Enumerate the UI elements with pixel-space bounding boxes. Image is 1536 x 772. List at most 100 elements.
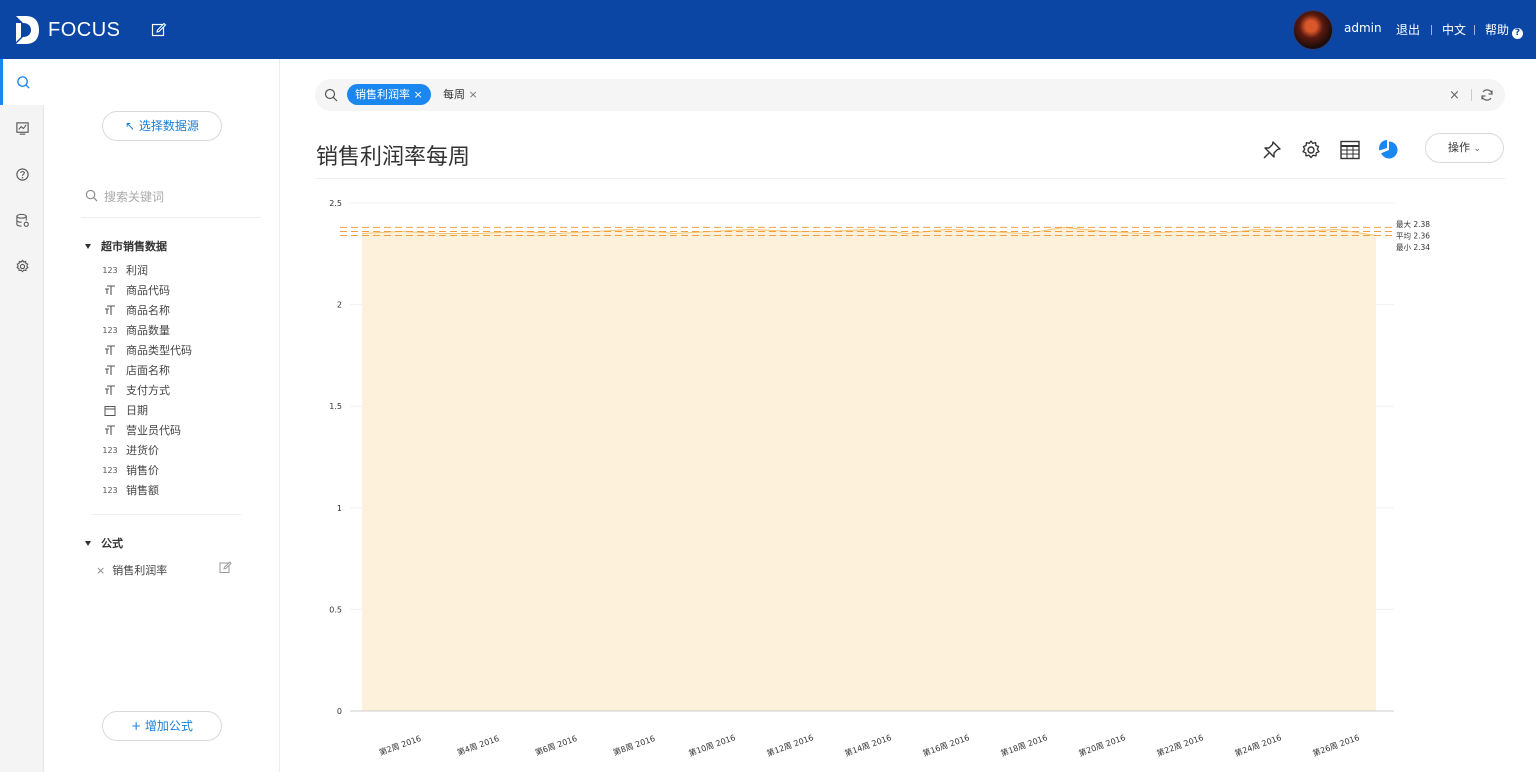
field-item[interactable]: 日期 xyxy=(103,401,148,419)
add-formula-button[interactable]: + 增加公式 xyxy=(102,711,222,741)
caret-down-icon xyxy=(85,541,91,546)
chart-type-icon[interactable] xyxy=(1378,139,1400,161)
field-label: 商品数量 xyxy=(126,324,170,337)
clear-search-icon[interactable]: × xyxy=(1449,88,1460,103)
database-icon xyxy=(15,213,29,227)
y-tick-label: 2 xyxy=(337,301,342,310)
field-label: 销售额 xyxy=(126,484,159,497)
group-name: 超市销售数据 xyxy=(101,240,167,253)
brand-name: FOCUS xyxy=(48,18,121,41)
field-item[interactable]: 123 销售额 xyxy=(102,481,159,499)
y-tick-label: 1.5 xyxy=(329,402,342,411)
help-circle-icon: ? xyxy=(1512,28,1524,39)
formula-item[interactable]: × 销售利润率 xyxy=(96,562,167,578)
search-bar[interactable]: 销售利润率 × 每周 × × xyxy=(315,79,1505,111)
search-icon xyxy=(85,189,98,202)
divider xyxy=(1471,89,1472,101)
field-label: 日期 xyxy=(126,404,148,417)
formula-group-title[interactable]: 公式 xyxy=(85,535,123,551)
field-item[interactable]: 123 利润 xyxy=(102,261,148,279)
field-label: 进货价 xyxy=(126,444,159,457)
page-title: 销售利润率每周 xyxy=(316,145,471,170)
datasource-group-title[interactable]: 超市销售数据 xyxy=(85,238,167,254)
help-link[interactable]: 帮助? xyxy=(1485,21,1524,39)
keyword-search-placeholder: 搜索关键词 xyxy=(104,190,165,204)
search-token-metric[interactable]: 销售利润率 × xyxy=(347,84,431,105)
x-tick-label: 第20周 2016 xyxy=(1077,732,1127,758)
text-type-icon xyxy=(103,304,117,316)
field-item[interactable]: 123 销售价 xyxy=(102,461,159,479)
table-view-icon[interactable] xyxy=(1339,139,1361,161)
text-type-icon xyxy=(103,364,117,376)
field-label: 利润 xyxy=(126,264,148,277)
search-icon xyxy=(17,75,30,89)
field-item[interactable]: 123 商品数量 xyxy=(102,321,170,339)
x-tick-label: 第18周 2016 xyxy=(999,732,1049,758)
number-type-icon: 123 xyxy=(102,485,118,495)
y-tick-label: 1 xyxy=(337,504,342,513)
rail-help[interactable] xyxy=(0,151,44,197)
field-label: 商品类型代码 xyxy=(126,344,192,357)
caret-down-icon xyxy=(85,244,91,249)
number-type-icon: 123 xyxy=(102,325,118,335)
language-switch[interactable]: 中文 xyxy=(1442,21,1466,38)
operations-label: 操作 xyxy=(1447,141,1470,154)
reference-label: 平均 2.36 xyxy=(1396,231,1430,241)
x-tick-label: 第8周 2016 xyxy=(612,733,657,757)
help-icon xyxy=(15,167,29,181)
text-type-icon xyxy=(103,384,117,396)
pin-icon[interactable] xyxy=(1261,139,1283,161)
x-tick-label: 第4周 2016 xyxy=(456,733,501,757)
header-divider xyxy=(1474,25,1475,35)
avatar[interactable] xyxy=(1293,10,1333,50)
keyword-search[interactable]: 搜索关键词 xyxy=(85,187,261,207)
rail-database[interactable] xyxy=(0,197,44,243)
date-type-icon xyxy=(103,404,117,416)
field-item[interactable]: 商品类型代码 xyxy=(103,341,192,359)
logo-icon xyxy=(16,16,39,44)
logo[interactable]: FOCUS xyxy=(14,14,121,46)
username[interactable]: admin xyxy=(1344,21,1382,35)
field-item[interactable]: 营业员代码 xyxy=(103,421,181,439)
logout-link[interactable]: 退出 xyxy=(1396,21,1420,38)
select-datasource-button[interactable]: ↖ 选择数据源 xyxy=(102,111,222,141)
close-icon[interactable]: × xyxy=(469,88,478,101)
top-bar: FOCUS admin 退出 中文 帮助? xyxy=(0,0,1536,59)
area-chart: 0 0.5 1 1.5 2 2.5 最大 2.38 平均 2.36 最小 2.34 第2周 201… xyxy=(329,199,1430,758)
token-label: 销售利润率 xyxy=(355,88,410,101)
field-item[interactable]: 商品名称 xyxy=(103,301,170,319)
field-item[interactable]: 商品代码 xyxy=(103,281,170,299)
number-type-icon: 123 xyxy=(102,465,118,475)
field-label: 营业员代码 xyxy=(126,424,181,437)
close-icon[interactable]: × xyxy=(414,88,423,101)
x-tick-label: 第6周 2016 xyxy=(534,733,579,757)
y-tick-label: 0.5 xyxy=(329,605,342,614)
search-token-period[interactable]: 每周 × xyxy=(443,84,478,105)
field-label: 商品代码 xyxy=(126,284,170,297)
x-tick-label: 第16周 2016 xyxy=(921,732,971,758)
settings-icon[interactable] xyxy=(1300,139,1322,161)
rail-settings[interactable] xyxy=(0,243,44,289)
rail-dashboard[interactable] xyxy=(0,105,44,151)
x-tick-label: 第14周 2016 xyxy=(843,732,893,758)
field-panel: ↖ 选择数据源 搜索关键词 超市销售数据 123 利润 商品代码 商品名称 123… xyxy=(45,59,280,772)
field-item[interactable]: 支付方式 xyxy=(103,381,170,399)
remove-formula-icon[interactable]: × xyxy=(96,564,105,577)
field-item[interactable]: 店面名称 xyxy=(103,361,170,379)
reference-label: 最小 2.34 xyxy=(1396,243,1430,252)
refresh-icon[interactable] xyxy=(1480,88,1494,102)
x-tick-label: 第10周 2016 xyxy=(687,732,737,758)
text-type-icon xyxy=(103,424,117,436)
rail-search[interactable] xyxy=(0,59,44,105)
x-tick-label: 第12周 2016 xyxy=(765,732,815,758)
operations-dropdown[interactable]: 操作 ⌄ xyxy=(1425,133,1504,163)
chevron-down-icon: ⌄ xyxy=(1473,144,1482,154)
edit-icon[interactable] xyxy=(151,22,167,38)
x-tick-label: 第26周 2016 xyxy=(1311,732,1361,758)
divider xyxy=(91,514,241,515)
group-name: 公式 xyxy=(101,537,123,550)
field-label: 商品名称 xyxy=(126,304,170,317)
field-item[interactable]: 123 进货价 xyxy=(102,441,159,459)
edit-formula-icon[interactable] xyxy=(219,561,232,574)
number-type-icon: 123 xyxy=(102,445,118,455)
